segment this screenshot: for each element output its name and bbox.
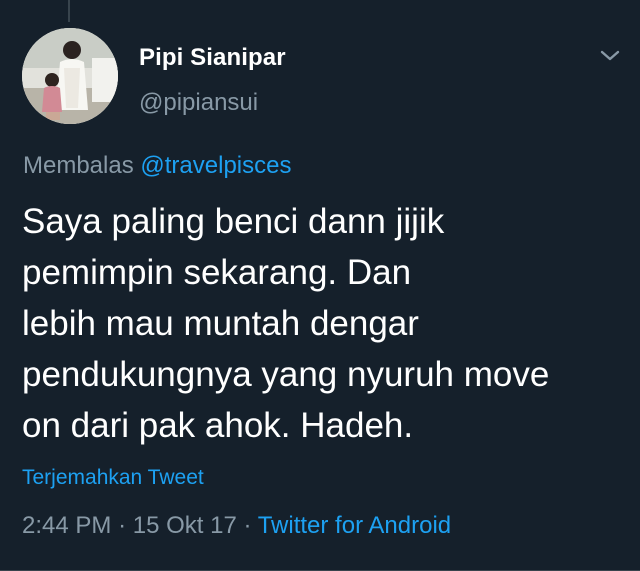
tweet-text: Saya paling benci dann jijik pemimpin se… xyxy=(22,202,550,445)
author-block[interactable]: Pipi Sianipar @pipiansui xyxy=(139,44,286,117)
tweet-detail: Pipi Sianipar @pipiansui Membalas @trave… xyxy=(0,0,640,571)
user-handle[interactable]: @pipiansui xyxy=(139,89,286,117)
thread-connector-line xyxy=(68,0,70,22)
tweet-source-link[interactable]: Twitter for Android xyxy=(258,512,451,539)
replying-to: Membalas @travelpisces xyxy=(23,152,291,180)
avatar[interactable] xyxy=(22,28,118,124)
reply-prefix: Membalas xyxy=(23,152,134,179)
tweet-time[interactable]: 2:44 PM xyxy=(22,512,111,539)
translate-tweet-link[interactable]: Terjemahkan Tweet xyxy=(22,465,204,491)
meta-separator: · xyxy=(243,512,252,539)
tweet-metadata: 2:44 PM · 15 Okt 17 · Twitter for Androi… xyxy=(22,512,451,540)
chevron-down-icon[interactable] xyxy=(598,48,622,64)
tweet-date[interactable]: 15 Okt 17 xyxy=(133,512,237,539)
reply-mention-link[interactable]: @travelpisces xyxy=(140,152,291,179)
display-name[interactable]: Pipi Sianipar xyxy=(139,44,286,72)
meta-separator: · xyxy=(118,512,127,539)
avatar-photo xyxy=(22,28,118,124)
